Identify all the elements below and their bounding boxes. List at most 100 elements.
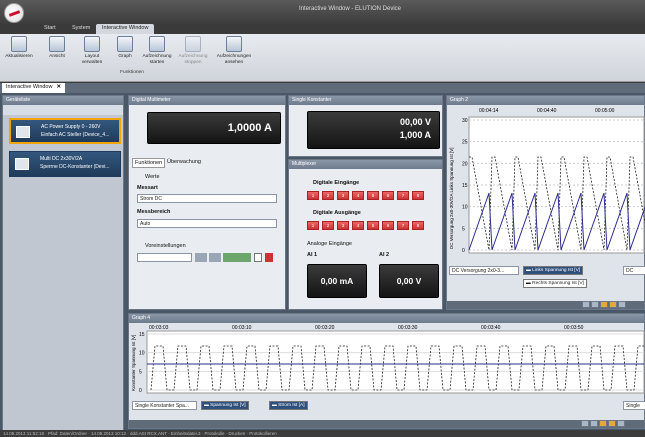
- preset-apply-button[interactable]: [223, 253, 251, 262]
- graph4-panel: Graph 4 00:03:03 00:03:10 00:03:20 00:03:30…: [128, 313, 645, 429]
- dmm-panel: Digital Multimeter 1,0000 A Funktionen Ü…: [128, 95, 286, 310]
- y-tick-label: 15: [139, 332, 145, 338]
- fit-icon[interactable]: [599, 420, 607, 427]
- y-tick-label: 15: [462, 183, 468, 189]
- single-konstanter-panel: Single Konstanter 00,00 V 1,000 A: [288, 95, 443, 157]
- settings-icon[interactable]: [617, 420, 625, 427]
- graph4-source-select-2[interactable]: Single Ko: [623, 401, 645, 410]
- led-dout-7[interactable]: 7: [397, 221, 409, 230]
- led-dout-4[interactable]: 4: [352, 221, 364, 230]
- view-button[interactable]: Ansicht: [40, 36, 74, 78]
- export-icon[interactable]: [609, 301, 617, 308]
- graph4-source-select[interactable]: Single Konstanter Spa...: [132, 401, 197, 410]
- device-item-dc[interactable]: Multi DC 2x30V/2A Sperrne DC-Konstanter …: [9, 151, 121, 177]
- tab-ueberwachung[interactable]: Überwachung: [165, 158, 203, 166]
- close-icon[interactable]: ✕: [56, 84, 61, 90]
- layout-icon: [84, 36, 100, 52]
- y-tick-label: 5: [139, 369, 142, 375]
- device-item-ac[interactable]: AC Power Supply 0 - 260V Einfach AC Stel…: [9, 118, 121, 144]
- digital-inputs: 12345678: [307, 191, 424, 200]
- refresh-button[interactable]: Aktualisieren: [2, 36, 36, 78]
- device-icon: [15, 158, 29, 170]
- graph4-legend-voltage[interactable]: ▬ Spannung Ist [V]: [201, 401, 249, 410]
- digital-out-label: Digitale Ausgänge: [313, 210, 361, 216]
- led-dout-2[interactable]: 2: [322, 221, 334, 230]
- led-din-5[interactable]: 5: [367, 191, 379, 200]
- led-dout-3[interactable]: 3: [337, 221, 349, 230]
- tab-system[interactable]: System: [66, 24, 96, 34]
- preset-button[interactable]: [195, 253, 207, 262]
- digital-in-label: Digitale Eingänge: [313, 180, 360, 186]
- x-tick-label: 00:03:30: [398, 325, 418, 331]
- led-din-7[interactable]: 7: [397, 191, 409, 200]
- tab-interactive-window-doc[interactable]: Interactive Window ✕: [2, 83, 66, 93]
- graph-icon: [117, 36, 133, 52]
- led-din-4[interactable]: 4: [352, 191, 364, 200]
- x-tick-label: 00:03:40: [481, 325, 501, 331]
- tab-funktionen[interactable]: Funktionen: [132, 158, 166, 168]
- delete-icon[interactable]: [265, 253, 273, 262]
- zoom-icon[interactable]: [581, 420, 589, 427]
- record-icon: [149, 36, 165, 52]
- preset-select[interactable]: [137, 253, 192, 262]
- recordings-view-button[interactable]: Aufzeichnungen ansehen: [214, 36, 254, 78]
- graph2-chart: 00:04:14 00:04:40 00:05:00 30 25 20 15 10 5 0 DC V…: [449, 108, 645, 254]
- multiplexer-panel: Multiplexer Digitale Eingänge 12345678 D…: [288, 159, 443, 310]
- ai2-value: 0,00 V: [379, 264, 439, 298]
- graph2-legend-right[interactable]: ▬ Rechts Spannung Ist [V]: [523, 279, 587, 288]
- status-bar: 14.08.2013 11:52:18 · Pfad: Daten/Ordner…: [0, 430, 645, 437]
- zoom-icon[interactable]: [582, 301, 590, 308]
- fit-icon[interactable]: [600, 301, 608, 308]
- tab-interactive-window[interactable]: Interactive Window: [96, 24, 155, 34]
- layout-button[interactable]: Layout verwalten: [75, 36, 109, 78]
- led-dout-6[interactable]: 6: [382, 221, 394, 230]
- save-icon[interactable]: [254, 253, 262, 262]
- x-tick-label: 00:05:00: [595, 108, 615, 114]
- graph4-title: Graph 4: [129, 314, 644, 323]
- voltage-value: 00,00 V: [399, 117, 431, 127]
- ai2-label: AI 2: [379, 252, 390, 258]
- y-axis-label: DC Versorgung 2x0-30V/2A Links Spannung …: [449, 147, 454, 249]
- analog-in-label: Analoge Eingänge: [307, 241, 352, 247]
- led-din-8[interactable]: 8: [412, 191, 424, 200]
- led-din-1[interactable]: 1: [307, 191, 319, 200]
- led-din-2[interactable]: 2: [322, 191, 334, 200]
- messbereich-label: Messbereich: [137, 209, 171, 215]
- graph2-source-select-2[interactable]: DC Versor: [623, 266, 645, 275]
- dmm-display: 1,0000 A: [147, 112, 281, 144]
- current-value: 1,000 A: [399, 130, 431, 140]
- settings-icon[interactable]: [618, 301, 626, 308]
- konstanter-display: 00,00 V 1,000 A: [307, 111, 440, 149]
- y-tick-label: 0: [139, 388, 142, 394]
- device-list-title: Geräteliste: [3, 96, 123, 105]
- window-title: Interactive Window - ELUTION Device: [298, 6, 402, 12]
- graph2-source-select[interactable]: DC Versorgung 2x0-3...: [449, 266, 519, 275]
- werte-label: Werte: [145, 174, 160, 180]
- x-tick-label: 00:03:03: [149, 325, 169, 331]
- device-list-toolbar: [3, 105, 123, 115]
- record-stop-button[interactable]: Aufzeichnung stoppen: [176, 36, 210, 78]
- led-dout-5[interactable]: 5: [367, 221, 379, 230]
- led-dout-1[interactable]: 1: [307, 221, 319, 230]
- messart-select[interactable]: Strom DC: [137, 194, 277, 203]
- pan-icon[interactable]: [590, 420, 598, 427]
- export-icon[interactable]: [608, 420, 616, 427]
- led-din-3[interactable]: 3: [337, 191, 349, 200]
- app-logo-icon[interactable]: [4, 3, 24, 23]
- graph2-title: Graph 2: [447, 96, 644, 105]
- ribbon-group-label: Funktionen: [120, 70, 144, 75]
- messart-label: Messart: [137, 185, 158, 191]
- stop-icon: [185, 36, 201, 52]
- messbereich-select[interactable]: Auto: [137, 219, 277, 228]
- preset-button[interactable]: [209, 253, 221, 262]
- y-tick-label: 25: [462, 140, 468, 146]
- tab-start[interactable]: Start: [38, 24, 62, 34]
- led-dout-8[interactable]: 8: [412, 221, 424, 230]
- graph4-legend-current[interactable]: ▬ Strom Ist [A]: [269, 401, 308, 410]
- pan-icon[interactable]: [591, 301, 599, 308]
- title-bar: [0, 0, 645, 24]
- graph2-panel: Graph 2 00:04:14 00:04:40 00:05:00 30 25 20 15…: [446, 95, 645, 310]
- led-din-6[interactable]: 6: [382, 191, 394, 200]
- graph2-legend-left[interactable]: ▬ Links Spannung Ist [V]: [523, 266, 584, 275]
- graph2-toolbar: [447, 301, 644, 309]
